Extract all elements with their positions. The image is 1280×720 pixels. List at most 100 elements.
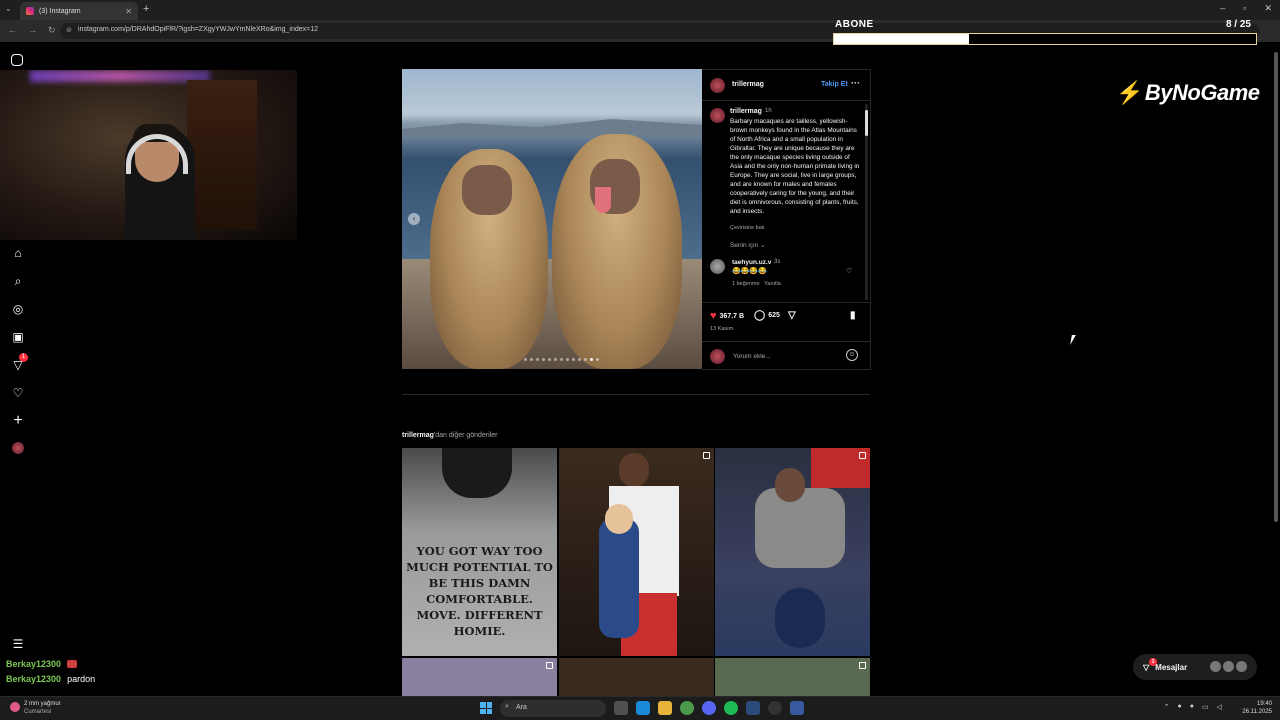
- post-image[interactable]: ‹: [402, 69, 702, 369]
- chrome-icon[interactable]: [680, 701, 694, 715]
- caption-avatar[interactable]: [710, 108, 725, 123]
- system-tray: ⌃ ● ● ▭ ◁: [1164, 703, 1222, 711]
- emoji-icon[interactable]: ☺: [846, 349, 858, 361]
- messages-button[interactable]: ▽ 3 Mesajlar: [1133, 654, 1257, 680]
- bynogame-mark-icon: ⚡: [1116, 80, 1143, 105]
- commenter-avatar[interactable]: [710, 259, 725, 274]
- add-comment-input[interactable]: Yorum ekle...: [733, 353, 771, 360]
- create-icon[interactable]: +: [11, 413, 25, 429]
- chat-message: Berkay12300 pardon: [6, 671, 95, 686]
- task-view-icon[interactable]: [614, 701, 628, 715]
- follow-button[interactable]: Takip Et: [821, 81, 848, 88]
- steam-icon[interactable]: [746, 701, 760, 715]
- comment-icon[interactable]: ◯: [754, 310, 765, 321]
- menu-icon[interactable]: ☰: [11, 637, 25, 651]
- post-date: 13 Kasım: [710, 326, 734, 332]
- reels-icon[interactable]: ▣: [11, 330, 25, 344]
- post-header: trillermag Takip Et ···: [702, 70, 870, 101]
- taskbar-clock[interactable]: 19:40 26.11.2025: [1242, 700, 1272, 716]
- browser-tab[interactable]: (3) Instagram ✕: [20, 2, 138, 20]
- carousel-dot: [596, 358, 599, 361]
- share-icon[interactable]: ▽: [788, 310, 796, 321]
- messages-icon[interactable]: ▽ 1: [11, 353, 28, 372]
- my-avatar: [710, 349, 725, 364]
- comment-likes[interactable]: 1 beğenme: [732, 281, 760, 287]
- minimize-icon[interactable]: –: [1220, 3, 1225, 14]
- nav-buttons: ← → ↻: [8, 25, 56, 36]
- tray-app-icon[interactable]: ●: [1178, 703, 1182, 711]
- taskbar-apps: [614, 701, 804, 715]
- instagram-favicon-icon: [26, 7, 34, 15]
- volume-icon[interactable]: ◁: [1217, 703, 1222, 711]
- carousel-dot: [536, 358, 539, 361]
- maximize-icon[interactable]: ▫: [1243, 3, 1246, 14]
- for-you-sort[interactable]: Senin için ⌄: [730, 241, 765, 249]
- taskbar-search[interactable]: ⌕ Ara: [500, 700, 606, 717]
- grid-post[interactable]: [715, 448, 870, 656]
- network-icon[interactable]: ▭: [1202, 703, 1209, 711]
- file-explorer-icon[interactable]: [658, 701, 672, 715]
- grid-post[interactable]: [715, 658, 870, 696]
- page-scrollbar[interactable]: [1273, 42, 1279, 696]
- reply-link[interactable]: Yanıtla: [764, 281, 781, 287]
- comment-time: 3s: [774, 259, 781, 265]
- obs-icon[interactable]: [768, 701, 782, 715]
- subscriber-goal-count: 8 / 25: [1225, 19, 1251, 30]
- close-window-icon[interactable]: ✕: [1264, 3, 1272, 14]
- multi-post-icon: [546, 662, 553, 669]
- instagram-logo-icon[interactable]: [11, 54, 23, 66]
- comment-like-icon[interactable]: ♡: [846, 267, 852, 275]
- author-avatar[interactable]: [710, 78, 725, 93]
- more-options-icon[interactable]: ···: [851, 78, 860, 88]
- close-tab-icon[interactable]: ✕: [125, 7, 132, 16]
- back-icon[interactable]: ←: [8, 25, 17, 36]
- author-username[interactable]: trillermag: [732, 81, 764, 88]
- comments-scrollbar[interactable]: [865, 104, 868, 300]
- liked-heart-icon[interactable]: ♥: [710, 310, 717, 322]
- comment-text: 😂😂😂😂: [732, 268, 767, 275]
- translate-link[interactable]: Çevirisine bak: [730, 225, 765, 231]
- weather-day: Cumartesi: [24, 709, 52, 715]
- message-avatars: [1210, 661, 1247, 672]
- add-comment-row: Yorum ekle... ☺: [702, 341, 870, 371]
- home-icon[interactable]: ⌂: [11, 246, 25, 260]
- chevron-down-icon: ⌄: [760, 242, 766, 249]
- microphone-icon[interactable]: ●: [1190, 703, 1194, 711]
- carousel-prev-button[interactable]: ‹: [408, 213, 420, 225]
- new-tab-icon[interactable]: +: [143, 3, 149, 15]
- like-action[interactable]: ♥ 367.7 B: [710, 310, 744, 322]
- weather-widget[interactable]: 2 mm yağmur Cumartesi: [10, 700, 61, 716]
- grid-post[interactable]: [402, 658, 557, 696]
- grid-post[interactable]: [559, 448, 714, 656]
- start-button-icon[interactable]: [480, 702, 492, 714]
- window-controls: – ▫ ✕: [1220, 3, 1272, 14]
- weather-icon: [10, 702, 20, 712]
- heart-icon[interactable]: ♡: [11, 386, 25, 400]
- grid-post[interactable]: YOU GOT WAY TOO MUCH POTENTIAL TO BE THI…: [402, 448, 557, 656]
- search-icon[interactable]: ⌕: [11, 274, 25, 288]
- reload-icon[interactable]: ↻: [48, 25, 56, 36]
- site-info-icon[interactable]: ⊜: [66, 26, 72, 34]
- profile-icon[interactable]: [12, 442, 24, 454]
- tray-expand-icon[interactable]: ⌃: [1164, 703, 1170, 711]
- save-icon[interactable]: ▮: [850, 310, 856, 321]
- explore-icon[interactable]: ◎: [11, 302, 25, 316]
- weather-temp: 2 mm yağmur: [24, 701, 61, 707]
- carousel-dot: [578, 358, 581, 361]
- forward-icon[interactable]: →: [28, 25, 37, 36]
- discord-icon[interactable]: [702, 701, 716, 715]
- spotify-icon[interactable]: [724, 701, 738, 715]
- grid-post[interactable]: [559, 658, 714, 696]
- messages-count-badge: 3: [1149, 658, 1157, 666]
- subscriber-goal-overlay: ABONE 8 / 25: [833, 18, 1257, 48]
- more-posts-suffix: 'dan diğer gönderiler: [433, 432, 498, 439]
- edge-icon[interactable]: [636, 701, 650, 715]
- multi-post-icon: [859, 452, 866, 459]
- more-posts-username[interactable]: trillermag: [402, 432, 434, 439]
- tab-list-icon[interactable]: ⌄: [5, 4, 12, 13]
- app-icon[interactable]: [790, 701, 804, 715]
- carousel-dot: [590, 358, 593, 361]
- comment-action[interactable]: ◯ 625: [754, 310, 780, 321]
- caption-username[interactable]: trillermag: [730, 108, 762, 115]
- commenter-username[interactable]: taehyun.uz.v: [732, 259, 771, 266]
